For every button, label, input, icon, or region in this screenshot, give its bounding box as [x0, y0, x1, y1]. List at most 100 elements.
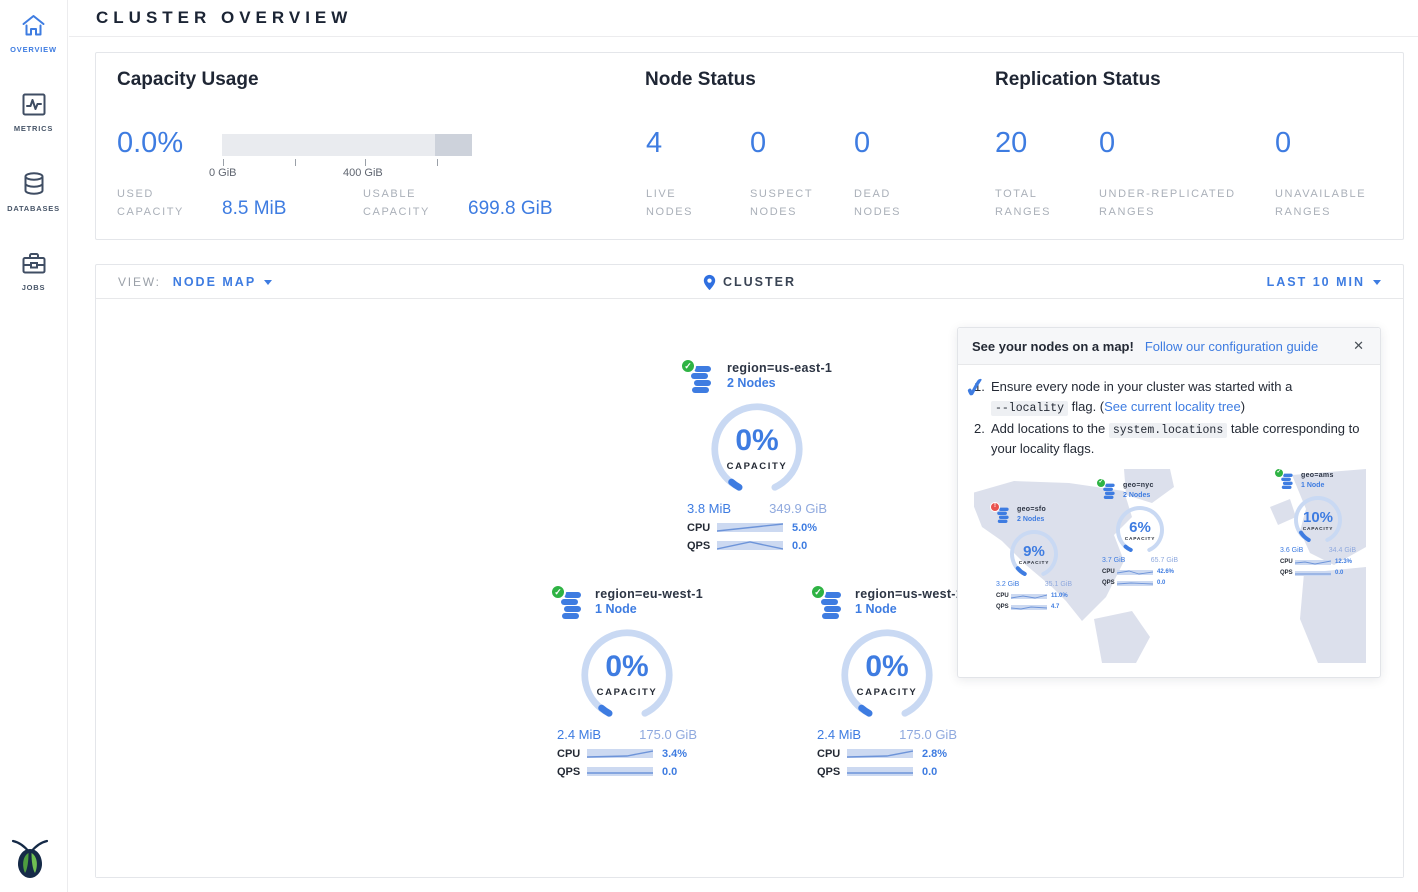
node-card-us-east-1[interactable]: ✓ region=us-east-1 2 Nodes — [681, 361, 833, 552]
node-used-capacity: 3.6 GiB — [1280, 546, 1303, 557]
suspect-nodes-value: 0 — [750, 127, 766, 160]
cluster-overview-page: OVERVIEW METRICS DATABASES JOBS — [0, 0, 1418, 892]
sidebar-item-jobs[interactable]: JOBS — [0, 251, 67, 306]
live-nodes-value: 4 — [646, 127, 662, 160]
qps-label: QPS — [557, 766, 587, 778]
sidebar-item-label: DATABASES — [7, 204, 60, 213]
node-total-capacity: 34.4 GiB — [1329, 546, 1356, 557]
capacity-gauge: 0% CAPACITY — [579, 627, 675, 723]
capacity-caption: CAPACITY — [579, 687, 675, 698]
capacity-gauge: 10% CAPACITY — [1293, 495, 1343, 545]
node-used-capacity: 3.7 GiB — [1102, 556, 1125, 567]
total-ranges-label: TOTALRANGES — [995, 185, 1051, 221]
setup-step-1: ✓ 1. Ensure every node in your cluster w… — [974, 377, 1364, 417]
used-capacity-label: USEDCAPACITY — [117, 185, 184, 221]
node-status-title: Node Status — [645, 69, 756, 91]
check-icon: ✓ — [962, 367, 989, 410]
cpu-value: 42.6% — [1157, 568, 1174, 577]
cpu-sparkline — [1117, 569, 1153, 576]
system-locations-code: system.locations — [1109, 423, 1227, 438]
capacity-gauge: 0% CAPACITY — [709, 401, 805, 497]
sidebar: OVERVIEW METRICS DATABASES JOBS — [0, 0, 68, 892]
cpu-value: 2.8% — [922, 748, 947, 760]
example-node-card-nyc: ✓ geo=nyc 2 Nodes — [1098, 481, 1182, 589]
qps-label: QPS — [996, 603, 1011, 612]
qps-sparkline — [587, 765, 653, 778]
popup-title: See your nodes on a map! — [972, 339, 1134, 354]
cpu-label: CPU — [687, 522, 717, 534]
capacity-percent: 0% — [579, 650, 675, 684]
node-used-capacity: 3.2 GiB — [996, 580, 1019, 591]
node-used-capacity: 2.4 MiB — [557, 727, 601, 742]
node-count-label: 2 Nodes — [1123, 491, 1154, 502]
sidebar-item-metrics[interactable]: METRICS — [0, 92, 67, 147]
node-count-label: 1 Node — [1301, 481, 1334, 492]
capacity-gauge: 9% CAPACITY — [1009, 529, 1059, 579]
capacity-tick — [223, 159, 224, 166]
qps-value: 0.0 — [1335, 569, 1343, 578]
sidebar-item-label: OVERVIEW — [10, 45, 57, 54]
sidebar-item-overview[interactable]: OVERVIEW — [0, 13, 67, 68]
configuration-guide-link[interactable]: Follow our configuration guide — [1145, 339, 1318, 354]
databases-icon — [22, 171, 46, 197]
cpu-sparkline — [847, 747, 913, 760]
node-count-link[interactable]: 2 Nodes — [727, 376, 832, 390]
node-used-capacity: 3.8 MiB — [687, 501, 731, 516]
node-total-capacity: 175.0 GiB — [899, 727, 957, 742]
capacity-gauge: 0% CAPACITY — [839, 627, 935, 723]
capacity-tick — [437, 159, 438, 166]
cpu-sparkline — [717, 521, 783, 534]
qps-value: 4.7 — [1051, 603, 1059, 612]
location-pin-icon — [703, 274, 716, 291]
qps-sparkline — [1117, 580, 1153, 587]
node-locality-icon — [559, 606, 585, 623]
cpu-label: CPU — [1102, 568, 1117, 577]
capacity-bar-reserved-segment — [435, 134, 472, 156]
setup-step-2: 2. Add locations to the system.locations… — [974, 419, 1364, 459]
capacity-tick-label: 400 GiB — [343, 167, 383, 179]
cpu-sparkline — [1295, 559, 1331, 566]
capacity-tick — [365, 159, 366, 166]
cockroachdb-logo — [9, 833, 51, 886]
cluster-summary-card: Capacity Usage 0.0% 0 GiB 400 GiB USEDCA… — [95, 52, 1404, 240]
total-ranges-value: 20 — [995, 127, 1027, 160]
node-locality-icon — [819, 606, 845, 623]
capacity-caption: CAPACITY — [1009, 560, 1059, 567]
node-map-setup-popup: See your nodes on a map! Follow our conf… — [957, 327, 1381, 678]
qps-label: QPS — [1102, 579, 1117, 588]
qps-value: 0.0 — [1157, 579, 1165, 588]
qps-sparkline — [1011, 604, 1047, 611]
metrics-icon — [21, 92, 47, 117]
node-locality-icon — [1280, 477, 1295, 492]
qps-sparkline — [717, 539, 783, 552]
live-nodes-label: LIVENODES — [646, 185, 693, 221]
healthy-status-icon: ✓ — [1096, 478, 1106, 488]
locality-breadcrumb[interactable]: CLUSTER — [96, 265, 1403, 299]
suspect-nodes-label: SUSPECTNODES — [750, 185, 813, 221]
step-text: Ensure every node in your cluster was st… — [991, 379, 1292, 394]
sidebar-item-label: METRICS — [14, 124, 53, 133]
cpu-label: CPU — [817, 748, 847, 760]
node-map-area: ✓ region=us-east-1 2 Nodes — [96, 299, 1403, 877]
popup-header: See your nodes on a map! Follow our conf… — [958, 328, 1380, 365]
step-number: 2. — [974, 419, 985, 439]
sidebar-item-databases[interactable]: DATABASES — [0, 171, 67, 227]
sidebar-item-label: JOBS — [22, 283, 46, 292]
capacity-percent: 0% — [709, 424, 805, 458]
qps-value: 0.0 — [662, 766, 677, 778]
cpu-label: CPU — [996, 592, 1011, 601]
locality-tree-link[interactable]: See current locality tree — [1104, 399, 1241, 414]
jobs-icon — [21, 251, 47, 276]
node-count-link[interactable]: 1 Node — [855, 602, 963, 616]
capacity-bar — [222, 134, 472, 156]
node-card-eu-west-1[interactable]: ✓ region=eu-west-1 1 Node — [551, 587, 703, 778]
healthy-status-icon: ✓ — [1274, 469, 1284, 478]
node-total-capacity: 175.0 GiB — [639, 727, 697, 742]
under-replicated-ranges-value: 0 — [1099, 127, 1115, 160]
cpu-value: 5.0% — [792, 522, 817, 534]
node-card-us-west-1[interactable]: ✓ region=us-west-1 1 Node — [811, 587, 963, 778]
node-total-capacity: 35.1 GiB — [1045, 580, 1072, 591]
cpu-value: 12.3% — [1335, 558, 1352, 567]
close-icon[interactable]: ✕ — [1351, 338, 1366, 354]
node-count-link[interactable]: 1 Node — [595, 602, 703, 616]
